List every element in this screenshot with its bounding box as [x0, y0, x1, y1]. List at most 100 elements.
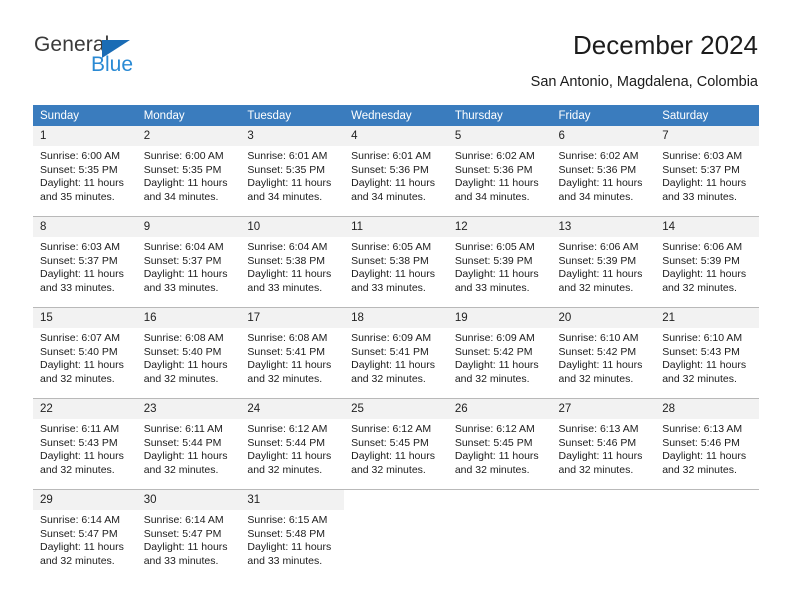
day-details: Sunrise: 6:07 AM Sunset: 5:40 PM Dayligh…	[33, 328, 137, 386]
sunrise-text: Sunrise: 6:14 AM	[40, 514, 120, 526]
sunrise-text: Sunrise: 6:12 AM	[351, 423, 432, 435]
day-cell[interactable]: 11 Sunrise: 6:05 AM Sunset: 5:38 PM Dayl…	[344, 217, 448, 307]
sunset-text: Sunset: 5:41 PM	[351, 345, 429, 358]
daylight-line1: Daylight: 11 hours	[558, 450, 643, 463]
daylight-line2: and 32 minutes.	[662, 372, 737, 385]
day-number: 6	[551, 126, 656, 146]
sunrise-text: Sunrise: 6:09 AM	[351, 332, 432, 344]
sunrise-text: Sunrise: 6:07 AM	[40, 332, 120, 344]
calendar-week-row: 22 Sunrise: 6:11 AM Sunset: 5:43 PM Dayl…	[33, 399, 759, 489]
day-cell[interactable]: 19 Sunrise: 6:09 AM Sunset: 5:42 PM Dayl…	[447, 308, 552, 398]
day-cell[interactable]: 5 Sunrise: 6:02 AM Sunset: 5:36 PM Dayli…	[447, 126, 552, 216]
sunset-text: Sunset: 5:41 PM	[247, 345, 326, 358]
daylight-line1: Daylight: 11 hours	[454, 450, 539, 463]
day-number: 20	[551, 308, 656, 328]
daylight-line1: Daylight: 11 hours	[143, 541, 228, 554]
sunrise-text: Sunrise: 6:01 AM	[351, 150, 432, 162]
weekday-header-saturday: Saturday	[655, 105, 759, 126]
sunset-text: Sunset: 5:45 PM	[454, 436, 533, 449]
sunset-text: Sunset: 5:46 PM	[662, 436, 740, 449]
day-cell-empty	[655, 490, 759, 580]
calendar-table: Sunday Monday Tuesday Wednesday Thursday…	[33, 105, 759, 580]
day-cell[interactable]: 21 Sunrise: 6:10 AM Sunset: 5:43 PM Dayl…	[655, 308, 759, 398]
day-cell[interactable]: 4 Sunrise: 6:01 AM Sunset: 5:36 PM Dayli…	[344, 126, 448, 216]
sunrise-text: Sunrise: 6:11 AM	[143, 423, 223, 435]
day-cell[interactable]: 2 Sunrise: 6:00 AM Sunset: 5:35 PM Dayli…	[136, 126, 241, 216]
day-cell[interactable]: 27 Sunrise: 6:13 AM Sunset: 5:46 PM Dayl…	[551, 399, 656, 489]
daylight-line2: and 32 minutes.	[662, 281, 737, 294]
day-details: Sunrise: 6:05 AM Sunset: 5:38 PM Dayligh…	[344, 237, 448, 295]
sunrise-text: Sunrise: 6:12 AM	[454, 423, 535, 435]
day-number: 18	[344, 308, 448, 328]
day-cell[interactable]: 15 Sunrise: 6:07 AM Sunset: 5:40 PM Dayl…	[33, 308, 137, 398]
day-cell[interactable]: 1 Sunrise: 6:00 AM Sunset: 5:35 PM Dayli…	[33, 126, 137, 216]
day-details: Sunrise: 6:13 AM Sunset: 5:46 PM Dayligh…	[655, 419, 759, 477]
daylight-line2: and 32 minutes.	[143, 463, 219, 476]
day-cell[interactable]: 20 Sunrise: 6:10 AM Sunset: 5:42 PM Dayl…	[551, 308, 656, 398]
day-cell[interactable]: 29 Sunrise: 6:14 AM Sunset: 5:47 PM Dayl…	[33, 490, 137, 580]
day-cell[interactable]: 28 Sunrise: 6:13 AM Sunset: 5:46 PM Dayl…	[655, 399, 759, 489]
sunset-text: Sunset: 5:44 PM	[247, 436, 326, 449]
sunset-text: Sunset: 5:43 PM	[662, 345, 740, 358]
day-number	[551, 490, 656, 510]
sunset-text: Sunset: 5:35 PM	[143, 163, 222, 176]
day-details: Sunrise: 6:14 AM Sunset: 5:47 PM Dayligh…	[33, 510, 137, 568]
day-cell[interactable]: 17 Sunrise: 6:08 AM Sunset: 5:41 PM Dayl…	[240, 308, 345, 398]
day-number: 23	[136, 399, 241, 419]
day-number: 4	[344, 126, 448, 146]
daylight-line2: and 33 minutes.	[662, 190, 737, 203]
daylight-line1: Daylight: 11 hours	[454, 359, 539, 372]
day-details: Sunrise: 6:10 AM Sunset: 5:42 PM Dayligh…	[552, 328, 656, 386]
day-details: Sunrise: 6:12 AM Sunset: 5:45 PM Dayligh…	[344, 419, 448, 477]
daylight-line1: Daylight: 11 hours	[351, 450, 435, 463]
day-number: 3	[240, 126, 345, 146]
day-details	[655, 510, 759, 514]
day-cell[interactable]: 30 Sunrise: 6:14 AM Sunset: 5:47 PM Dayl…	[136, 490, 241, 580]
day-details: Sunrise: 6:00 AM Sunset: 5:35 PM Dayligh…	[33, 146, 137, 204]
day-cell[interactable]: 10 Sunrise: 6:04 AM Sunset: 5:38 PM Dayl…	[240, 217, 345, 307]
day-details: Sunrise: 6:12 AM Sunset: 5:44 PM Dayligh…	[240, 419, 344, 477]
sunset-text: Sunset: 5:45 PM	[351, 436, 429, 449]
day-cell[interactable]: 31 Sunrise: 6:15 AM Sunset: 5:48 PM Dayl…	[240, 490, 345, 580]
day-number: 16	[136, 308, 241, 328]
sunrise-text: Sunrise: 6:14 AM	[143, 514, 224, 526]
day-cell[interactable]: 7 Sunrise: 6:03 AM Sunset: 5:37 PM Dayli…	[655, 126, 759, 216]
day-cell[interactable]: 12 Sunrise: 6:05 AM Sunset: 5:39 PM Dayl…	[447, 217, 552, 307]
day-cell[interactable]: 22 Sunrise: 6:11 AM Sunset: 5:43 PM Dayl…	[33, 399, 137, 489]
calendar-week-row: 15 Sunrise: 6:07 AM Sunset: 5:40 PM Dayl…	[33, 308, 759, 398]
sunrise-text: Sunrise: 6:02 AM	[454, 150, 535, 162]
day-cell[interactable]: 13 Sunrise: 6:06 AM Sunset: 5:39 PM Dayl…	[551, 217, 656, 307]
day-number: 26	[447, 399, 552, 419]
day-cell-empty	[447, 490, 552, 580]
day-cell[interactable]: 8 Sunrise: 6:03 AM Sunset: 5:37 PM Dayli…	[33, 217, 137, 307]
sunrise-text: Sunrise: 6:00 AM	[40, 150, 120, 162]
day-cell[interactable]: 25 Sunrise: 6:12 AM Sunset: 5:45 PM Dayl…	[344, 399, 448, 489]
day-cell[interactable]: 14 Sunrise: 6:06 AM Sunset: 5:39 PM Dayl…	[655, 217, 759, 307]
day-cell[interactable]: 9 Sunrise: 6:04 AM Sunset: 5:37 PM Dayli…	[136, 217, 241, 307]
day-cell[interactable]: 23 Sunrise: 6:11 AM Sunset: 5:44 PM Dayl…	[136, 399, 241, 489]
day-details: Sunrise: 6:15 AM Sunset: 5:48 PM Dayligh…	[240, 510, 344, 568]
sunrise-text: Sunrise: 6:04 AM	[143, 241, 224, 253]
daylight-line1: Daylight: 11 hours	[558, 177, 643, 190]
day-cell[interactable]: 18 Sunrise: 6:09 AM Sunset: 5:41 PM Dayl…	[344, 308, 448, 398]
sunrise-text: Sunrise: 6:08 AM	[247, 332, 328, 344]
day-cell-empty	[551, 490, 656, 580]
daylight-line2: and 34 minutes.	[558, 190, 634, 203]
daylight-line1: Daylight: 11 hours	[558, 359, 643, 372]
daylight-line2: and 32 minutes.	[247, 463, 323, 476]
calendar-week-row: 8 Sunrise: 6:03 AM Sunset: 5:37 PM Dayli…	[33, 217, 759, 307]
general-blue-logo[interactable]: General Blue	[34, 33, 214, 81]
daylight-line2: and 32 minutes.	[454, 372, 530, 385]
daylight-line1: Daylight: 11 hours	[351, 268, 435, 281]
day-cell[interactable]: 3 Sunrise: 6:01 AM Sunset: 5:35 PM Dayli…	[240, 126, 345, 216]
daylight-line2: and 32 minutes.	[454, 463, 530, 476]
day-cell[interactable]: 6 Sunrise: 6:02 AM Sunset: 5:36 PM Dayli…	[551, 126, 656, 216]
day-cell[interactable]: 16 Sunrise: 6:08 AM Sunset: 5:40 PM Dayl…	[136, 308, 241, 398]
day-cell[interactable]: 26 Sunrise: 6:12 AM Sunset: 5:45 PM Dayl…	[447, 399, 552, 489]
sunrise-text: Sunrise: 6:10 AM	[558, 332, 639, 344]
daylight-line1: Daylight: 11 hours	[247, 177, 332, 190]
day-cell[interactable]: 24 Sunrise: 6:12 AM Sunset: 5:44 PM Dayl…	[240, 399, 345, 489]
sunset-text: Sunset: 5:47 PM	[40, 527, 118, 540]
sunrise-text: Sunrise: 6:06 AM	[558, 241, 639, 253]
day-details: Sunrise: 6:09 AM Sunset: 5:41 PM Dayligh…	[344, 328, 448, 386]
